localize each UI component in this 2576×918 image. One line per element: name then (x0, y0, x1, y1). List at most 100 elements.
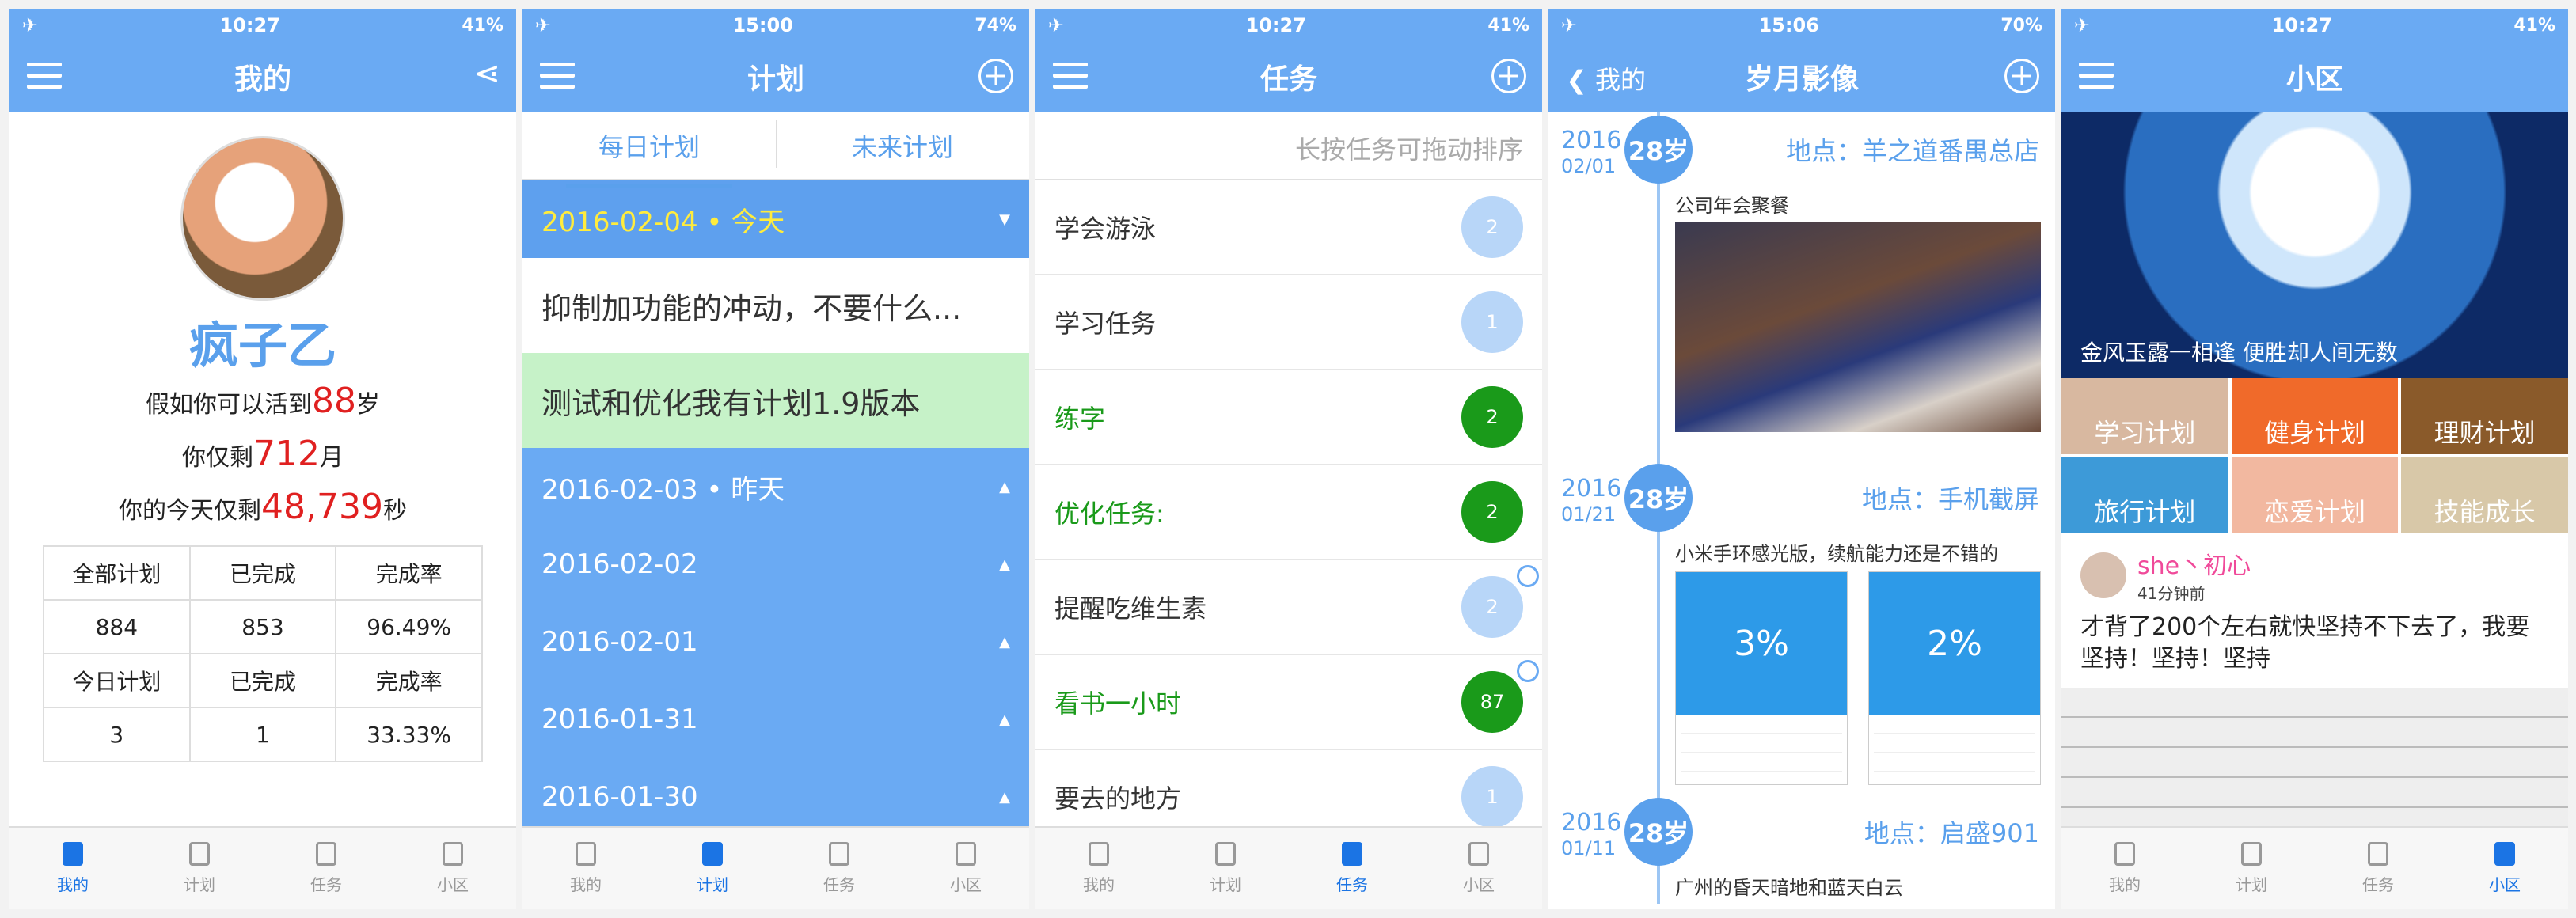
chat-icon (956, 842, 976, 866)
task-row[interactable]: 学习任务 1 (1035, 275, 1542, 370)
stat-header: 已完成 (188, 545, 337, 601)
tab-plan[interactable]: 计划 (2188, 828, 2315, 909)
category-fitness[interactable]: 健身计划 (2231, 378, 2399, 454)
back-button[interactable]: ❮ 我的 (1566, 60, 1646, 97)
stat-header: 完成率 (335, 545, 483, 601)
tab-community[interactable]: 小区 (1415, 828, 1542, 909)
tab-mine[interactable]: 我的 (2061, 828, 2188, 909)
tab-community[interactable]: 小区 (902, 828, 1029, 909)
tab-label: 计划 (2236, 875, 2267, 894)
menu-icon[interactable] (27, 63, 62, 96)
tab-future-plan[interactable]: 未来计划 (776, 127, 1029, 164)
avatar[interactable] (2080, 552, 2126, 598)
screenshot-collage: ✈ 10:27 41% 我的 ⋖ 疯子乙 假如你可以活到88岁 你仅剩712月 你的… (0, 0, 2576, 918)
tab-mine[interactable]: 我的 (522, 828, 649, 909)
status-bar: ✈ 10:27 41% (2061, 9, 2568, 41)
life-label: 你仅剩 (182, 444, 253, 472)
category-love[interactable]: 恋爱计划 (2231, 457, 2399, 533)
post-author[interactable]: she丶初心 (2137, 546, 2251, 581)
task-row[interactable]: 优化任务: 2 (1035, 465, 1542, 560)
plan-item[interactable]: 抑制加功能的冲动，不要什么... (522, 258, 1029, 353)
airplane-icon: ✈ (1048, 14, 1065, 36)
tab-label: 我的 (57, 875, 89, 894)
screen-community: ✈ 10:27 41% 小区 金风玉露一相逢 便胜却人间无数 学习计划 健身计划 理… (2061, 9, 2568, 909)
tab-plan[interactable]: 计划 (649, 828, 776, 909)
life-unit: 岁 (356, 391, 380, 419)
entry-photo[interactable]: 2% (1868, 571, 2041, 785)
entry-photo[interactable]: 3% (1675, 571, 1848, 785)
category-travel[interactable]: 旅行计划 (2061, 457, 2228, 533)
menu-icon[interactable] (540, 63, 575, 96)
tab-mine[interactable]: 我的 (9, 828, 136, 909)
task-row[interactable]: 看书一小时 87 (1035, 655, 1542, 750)
nav-bar: 计划 (522, 41, 1029, 112)
tab-label: 任务 (823, 875, 855, 894)
entry-photo[interactable] (1675, 222, 2041, 432)
tab-plan[interactable]: 计划 (1162, 828, 1289, 909)
stat-value: 96.49% (335, 599, 483, 654)
task-count-badge: 87 (1461, 671, 1523, 733)
post-text: 才背了200个左右就快坚持不下去了，我要坚持！坚持！坚持 (2080, 613, 2530, 673)
tab-community[interactable]: 小区 (389, 828, 516, 909)
add-icon[interactable] (978, 59, 1013, 93)
task-title: 学会游泳 (1054, 214, 1157, 244)
age-badge: 28岁 (1624, 116, 1693, 184)
plan-item-done[interactable]: 测试和优化我有计划1.9版本 (522, 353, 1029, 448)
battery-level: 41% (1487, 15, 1529, 36)
entry-year: 2016 (1561, 475, 1622, 503)
tab-task[interactable]: 任务 (263, 828, 389, 909)
tab-community[interactable]: 小区 (2441, 828, 2568, 909)
date-header[interactable]: 2016-02-03 • 昨天 ▲ (522, 448, 1029, 525)
date-header[interactable]: 2016-02-01 ▲ (522, 603, 1029, 681)
tab-label: 我的 (570, 875, 602, 894)
tab-mine[interactable]: 我的 (1035, 828, 1162, 909)
add-icon[interactable] (2004, 59, 2039, 93)
chat-icon (443, 842, 463, 866)
entry-date: 2016 01/21 (1561, 476, 1624, 527)
tab-label: 任务 (310, 875, 342, 894)
task-row[interactable]: 提醒吃维生素 2 (1035, 560, 1542, 655)
airplane-icon: ✈ (2074, 14, 2091, 36)
avatar[interactable] (180, 136, 345, 301)
life-unit: 秒 (382, 497, 407, 525)
calendar-icon (316, 842, 336, 866)
tab-daily-plan[interactable]: 每日计划 (522, 127, 776, 188)
menu-icon[interactable] (2079, 63, 2114, 96)
task-count-badge: 2 (1461, 576, 1523, 638)
status-bar: ✈ 10:27 41% (1035, 9, 1542, 41)
tab-label: 计划 (1210, 875, 1241, 894)
tab-task[interactable]: 任务 (1289, 828, 1415, 909)
date-header[interactable]: 2016-01-30 ▲ (522, 758, 1029, 836)
category-skills[interactable]: 技能成长 (2401, 457, 2568, 533)
task-count-badge: 2 (1461, 196, 1523, 258)
tab-plan[interactable]: 计划 (136, 828, 263, 909)
category-study[interactable]: 学习计划 (2061, 378, 2228, 454)
category-finance[interactable]: 理财计划 (2401, 378, 2568, 454)
task-row[interactable]: 学会游泳 2 (1035, 180, 1542, 275)
list-icon (189, 842, 210, 866)
status-time: 15:06 (1758, 14, 1819, 36)
add-icon[interactable] (1491, 59, 1526, 93)
task-title: 提醒吃维生素 (1054, 594, 1207, 624)
hourglass-icon (2114, 842, 2135, 866)
banner-image[interactable]: 金风玉露一相逢 便胜却人间无数 (2061, 112, 2568, 378)
nav-bar: 我的 ⋖ (9, 41, 516, 112)
stat-value: 853 (188, 599, 337, 654)
entry-location: 地点：启盛901 (1864, 818, 2039, 848)
chevron-down-icon: ▼ (999, 211, 1010, 228)
tab-task[interactable]: 任务 (776, 828, 902, 909)
date-header[interactable]: 2016-01-31 ▲ (522, 681, 1029, 758)
tab-label: 我的 (2109, 875, 2141, 894)
menu-icon[interactable] (1053, 63, 1088, 96)
date-header[interactable]: 2016-02-02 ▲ (522, 525, 1029, 603)
date-header-today[interactable]: 2016-02-04 • 今天 ▼ (522, 180, 1029, 258)
airplane-icon: ✈ (22, 14, 39, 36)
task-row[interactable]: 练字 2 (1035, 370, 1542, 465)
tab-task[interactable]: 任务 (2315, 828, 2441, 909)
share-icon[interactable]: ⋖ (473, 55, 500, 92)
tab-label: 小区 (2489, 875, 2521, 894)
task-count-badge: 1 (1461, 291, 1523, 353)
post-card[interactable]: she丶初心 41分钟前 才背了200个左右就快坚持不下去了，我要坚持！坚持！坚持 (2061, 533, 2568, 688)
life-unit: 月 (319, 444, 344, 472)
task-title: 练字 (1054, 404, 1106, 434)
